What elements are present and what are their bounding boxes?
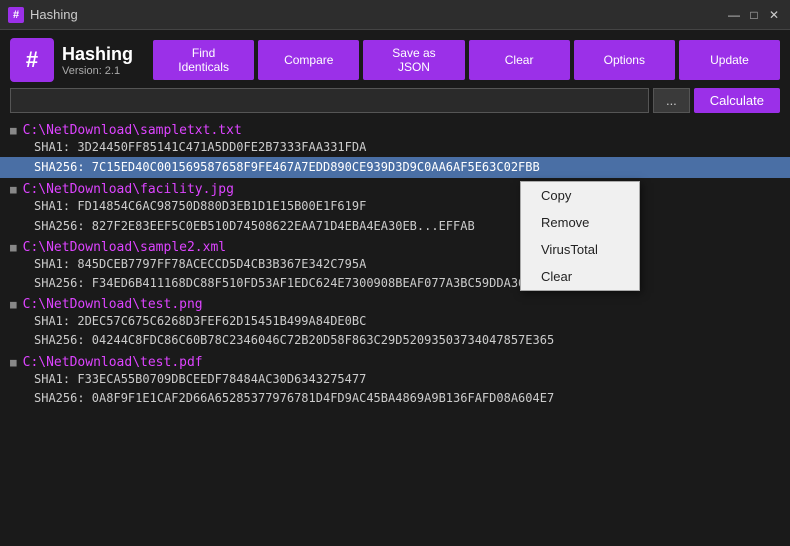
- app-title-block: Hashing Version: 2.1: [62, 44, 133, 77]
- update-button[interactable]: Update: [679, 40, 780, 80]
- options-button[interactable]: Options: [574, 40, 675, 80]
- compare-button[interactable]: Compare: [258, 40, 359, 80]
- app-icon: #: [8, 7, 24, 23]
- app-logo: #: [10, 38, 54, 82]
- file-path-text: C:\NetDownload\test.pdf: [23, 355, 203, 370]
- hash-line: SHA256: 0A8F9F1E1CAF2D66A65285377976781D…: [10, 389, 780, 408]
- window-controls: — □ ✕: [726, 7, 782, 23]
- file-path: ■ C:\NetDownload\sample2.xml: [10, 240, 780, 255]
- file-path-text: C:\NetDownload\facility.jpg: [23, 182, 234, 197]
- minimize-button[interactable]: —: [726, 7, 742, 23]
- expand-icon: ■: [10, 183, 17, 196]
- context-menu-item-remove[interactable]: Remove: [521, 209, 639, 236]
- hash-line: SHA256: 827F2E83EEF5C0EB510D74508622EAA7…: [10, 217, 780, 236]
- title-bar-left: # Hashing: [8, 7, 78, 23]
- file-path-text: C:\NetDownload\test.png: [23, 297, 203, 312]
- hash-line: SHA256: F34ED6B411168DC88F510FD53AF1EDC6…: [10, 274, 780, 293]
- expand-icon: ■: [10, 124, 17, 137]
- window-title: Hashing: [30, 7, 78, 22]
- maximize-button[interactable]: □: [746, 7, 762, 23]
- file-path: ■ C:\NetDownload\facility.jpg: [10, 182, 780, 197]
- toolbar-buttons: Find Identicals Compare Save as JSON Cle…: [153, 40, 780, 80]
- hash-line-highlighted[interactable]: SHA256: 7C15ED40C001569587658F9FE467A7ED…: [0, 157, 790, 178]
- context-menu: CopyRemoveVirusTotalClear: [520, 181, 640, 291]
- file-path: ■ C:\NetDownload\test.pdf: [10, 355, 780, 370]
- file-path-text: C:\NetDownload\sampletxt.txt: [23, 123, 242, 138]
- file-path: ■ C:\NetDownload\sampletxt.txt: [10, 123, 780, 138]
- file-path: ■ C:\NetDownload\test.png: [10, 297, 780, 312]
- file-entry: ■ C:\NetDownload\facility.jpgSHA1: FD148…: [10, 182, 780, 235]
- search-bar: ... Calculate: [10, 88, 780, 113]
- expand-icon: ■: [10, 241, 17, 254]
- browse-button[interactable]: ...: [653, 88, 690, 113]
- content-area: ■ C:\NetDownload\sampletxt.txtSHA1: 3D24…: [0, 119, 790, 537]
- expand-icon: ■: [10, 356, 17, 369]
- find-identicals-button[interactable]: Find Identicals: [153, 40, 254, 80]
- hash-line: SHA1: F33ECA55B0709DBCEEDF78484AC30D6343…: [10, 370, 780, 389]
- header: # Hashing Version: 2.1 Find Identicals C…: [0, 30, 790, 119]
- file-entry: ■ C:\NetDownload\sampletxt.txtSHA1: 3D24…: [10, 123, 780, 178]
- context-menu-item-copy[interactable]: Copy: [521, 182, 639, 209]
- clear-button[interactable]: Clear: [469, 40, 570, 80]
- context-menu-item-virustotal[interactable]: VirusTotal: [521, 236, 639, 263]
- app-version: Version: 2.1: [62, 65, 133, 77]
- file-entry: ■ C:\NetDownload\test.pngSHA1: 2DEC57C67…: [10, 297, 780, 350]
- hash-line: SHA1: 3D24450FF85141C471A5DD0FE2B7333FAA…: [10, 138, 780, 157]
- search-input[interactable]: [10, 88, 649, 113]
- header-top: # Hashing Version: 2.1 Find Identicals C…: [10, 38, 780, 82]
- hash-line: SHA1: 2DEC57C675C6268D3FEF62D15451B499A8…: [10, 312, 780, 331]
- file-entry: ■ C:\NetDownload\test.pdfSHA1: F33ECA55B…: [10, 355, 780, 408]
- save-as-json-button[interactable]: Save as JSON: [363, 40, 464, 80]
- file-entry: ■ C:\NetDownload\sample2.xmlSHA1: 845DCE…: [10, 240, 780, 293]
- close-button[interactable]: ✕: [766, 7, 782, 23]
- expand-icon: ■: [10, 298, 17, 311]
- hash-line: SHA1: FD14854C6AC98750D880D3EB1D1E15B00E…: [10, 197, 780, 216]
- hash-line: SHA256: 04244C8FDC86C60B78C2346046C72B20…: [10, 331, 780, 350]
- app-name: Hashing: [62, 44, 133, 65]
- hash-line: SHA1: 845DCEB7797FF78ACECCD5D4CB3B367E34…: [10, 255, 780, 274]
- file-path-text: C:\NetDownload\sample2.xml: [23, 240, 227, 255]
- calculate-button[interactable]: Calculate: [694, 88, 780, 113]
- context-menu-item-clear[interactable]: Clear: [521, 263, 639, 290]
- title-bar: # Hashing — □ ✕: [0, 0, 790, 30]
